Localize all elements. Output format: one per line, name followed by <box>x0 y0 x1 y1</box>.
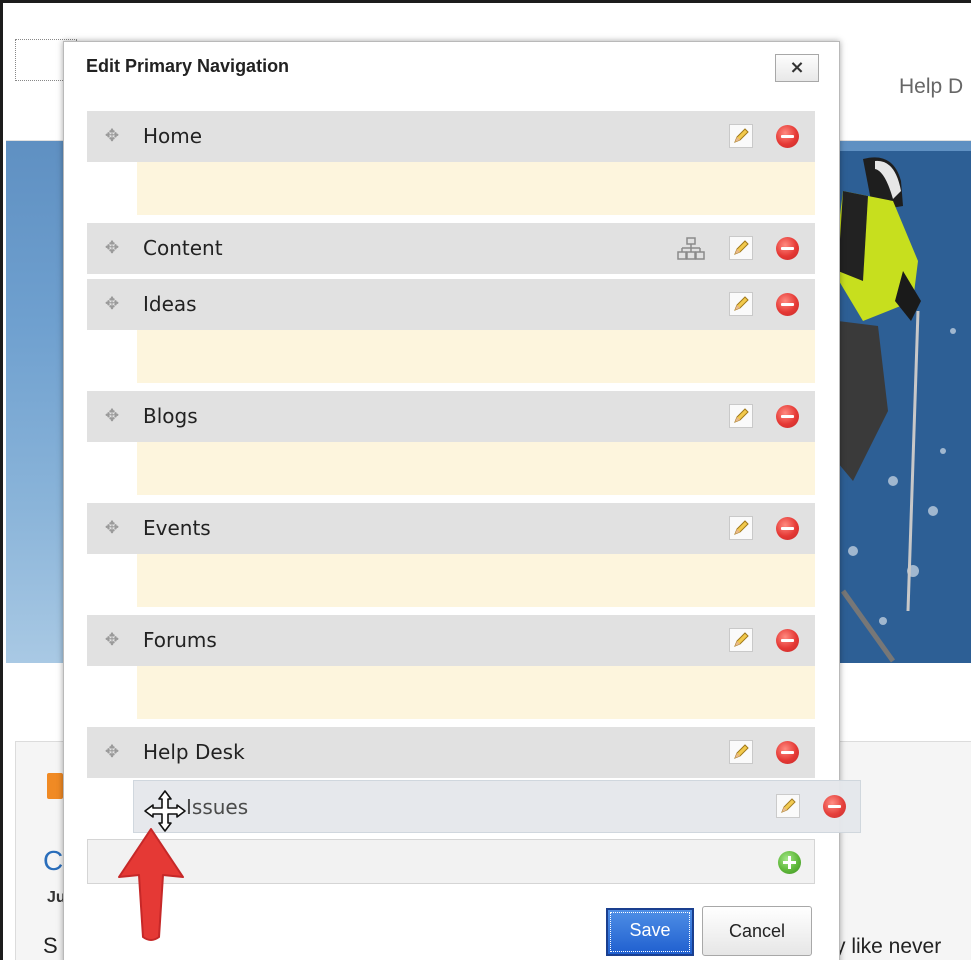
move-handle-icon[interactable]: ✥ <box>103 407 121 425</box>
dragged-nav-row-issues[interactable]: Issues <box>133 780 861 833</box>
nav-row-events[interactable]: ✥ Events <box>87 503 815 554</box>
dialog-title: Edit Primary Navigation <box>86 56 290 76</box>
move-handle-icon[interactable]: ✥ <box>103 295 121 313</box>
save-button[interactable]: Save <box>606 908 694 956</box>
move-handle-icon[interactable]: ✥ <box>103 743 121 761</box>
nav-item-label: Content <box>143 236 223 260</box>
move-handle-icon[interactable]: ✥ <box>103 239 121 257</box>
nav-item-label: Help Desk <box>143 740 245 764</box>
remove-minus-icon[interactable] <box>776 517 799 540</box>
remove-minus-icon[interactable] <box>823 795 846 818</box>
move-handle-icon[interactable]: ✥ <box>103 631 121 649</box>
pencil-edit-icon[interactable] <box>729 404 753 428</box>
nav-item-label: Ideas <box>143 292 197 316</box>
card-heading-fragment[interactable]: C <box>43 845 63 877</box>
pencil-edit-icon[interactable] <box>729 292 753 316</box>
close-button[interactable]: × <box>775 54 819 82</box>
move-handle-icon[interactable]: ✥ <box>103 519 121 537</box>
remove-minus-icon[interactable] <box>776 629 799 652</box>
nav-item-label: Forums <box>143 628 217 652</box>
remove-minus-icon[interactable] <box>776 125 799 148</box>
nav-row-home[interactable]: ✥ Home <box>87 111 815 162</box>
drop-zone[interactable] <box>137 666 815 719</box>
screenshot-frame: Help D C Ju S y like never Edit Primary … <box>0 0 971 960</box>
skier-image <box>823 151 971 663</box>
drop-zone[interactable] <box>137 162 815 215</box>
nav-item-label: Events <box>143 516 211 540</box>
nav-row-blogs[interactable]: ✥ Blogs <box>87 391 815 442</box>
card-text-fragment-right: y like never <box>835 935 942 958</box>
pencil-edit-icon[interactable] <box>729 516 753 540</box>
pencil-edit-icon[interactable] <box>729 236 753 260</box>
drop-zone[interactable] <box>137 442 815 495</box>
nav-row-content[interactable]: ✥ Content <box>87 223 815 274</box>
remove-minus-icon[interactable] <box>776 237 799 260</box>
hierarchy-icon[interactable] <box>677 236 705 262</box>
nav-item-help-desk[interactable]: Help D <box>899 75 963 99</box>
card-text-fragment: S <box>43 933 58 958</box>
add-plus-icon[interactable] <box>778 851 801 874</box>
nav-row-forums[interactable]: ✥ Forums <box>87 615 815 666</box>
remove-minus-icon[interactable] <box>776 741 799 764</box>
pencil-edit-icon[interactable] <box>729 628 753 652</box>
nav-row-ideas[interactable]: ✥ Ideas <box>87 279 815 330</box>
drop-zone[interactable] <box>137 554 815 607</box>
nav-item-label: Issues <box>186 795 249 819</box>
pencil-edit-icon[interactable] <box>729 124 753 148</box>
cancel-button[interactable]: Cancel <box>702 906 812 956</box>
add-item-row <box>87 839 815 884</box>
drop-zone[interactable] <box>137 330 815 383</box>
remove-minus-icon[interactable] <box>776 405 799 428</box>
annotation-arrow <box>118 828 184 941</box>
rss-icon[interactable] <box>47 773 63 799</box>
nav-item-label: Blogs <box>143 404 198 428</box>
nav-row-help-desk[interactable]: ✥ Help Desk <box>87 727 815 778</box>
move-handle-icon[interactable]: ✥ <box>103 127 121 145</box>
pencil-edit-icon[interactable] <box>729 740 753 764</box>
pencil-edit-icon[interactable] <box>776 794 800 818</box>
remove-minus-icon[interactable] <box>776 293 799 316</box>
nav-item-label: Home <box>143 124 203 148</box>
